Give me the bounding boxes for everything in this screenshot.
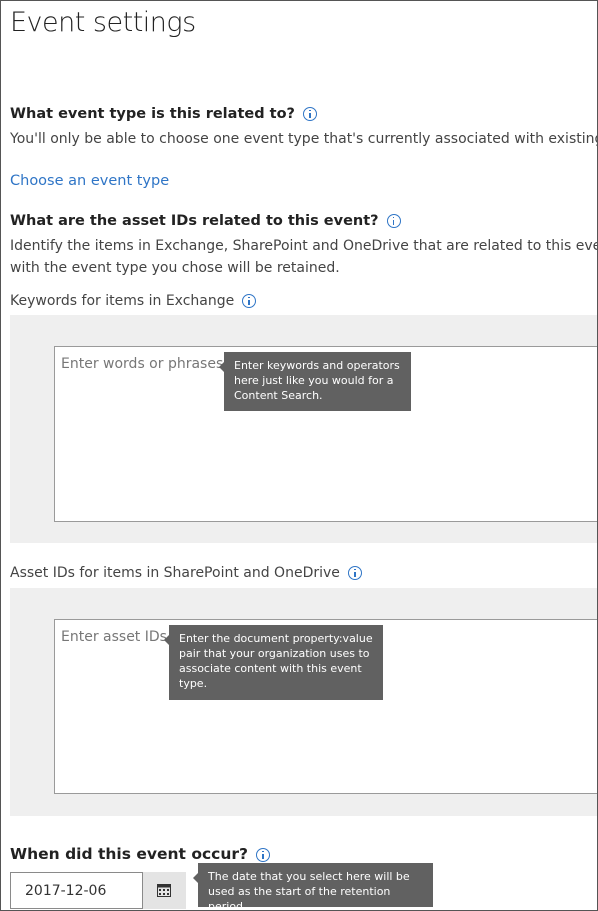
info-icon[interactable] [302,106,317,121]
page-title: Event settings [10,7,196,38]
asset-ids-description-line1: Identify the items in Exchange, SharePoi… [10,238,598,254]
sharepoint-ids-label: Asset IDs for items in SharePoint and On… [10,565,340,581]
asset-ids-description-line2: with the event type you chose will be re… [10,260,340,276]
event-date-input[interactable]: 2017-12-06 [10,872,143,909]
asset-ids-question-row: What are the asset IDs related to this e… [10,210,401,229]
event-date-tooltip: The date that you select here will be us… [193,863,433,910]
keywords-label-row: Keywords for items in Exchange [10,290,257,309]
info-icon[interactable] [256,847,271,862]
event-settings-panel: Event settings What event type is this r… [0,0,598,911]
event-date-question: When did this event occur? [10,845,249,863]
event-date-question-row: When did this event occur? [10,844,271,863]
event-type-description: You'll only be able to choose one event … [10,131,598,147]
keywords-label: Keywords for items in Exchange [10,293,235,309]
keywords-tooltip: Enter keywords and operators here just l… [219,352,411,411]
info-icon[interactable] [242,293,257,308]
event-type-question-row: What event type is this related to? [10,103,317,122]
keywords-placeholder: Enter words or phrases [61,356,224,372]
asset-ids-question: What are the asset IDs related to this e… [10,213,379,229]
info-icon[interactable] [386,213,401,228]
calendar-icon [157,884,171,897]
date-picker-button[interactable] [143,872,186,909]
sharepoint-ids-tooltip: Enter the document property:value pair t… [164,625,383,700]
sharepoint-ids-placeholder: Enter asset IDs [61,629,167,645]
info-icon[interactable] [347,565,362,580]
sharepoint-label-row: Asset IDs for items in SharePoint and On… [10,562,362,581]
event-type-question: What event type is this related to? [10,106,295,122]
choose-event-type-link[interactable]: Choose an event type [10,173,169,189]
